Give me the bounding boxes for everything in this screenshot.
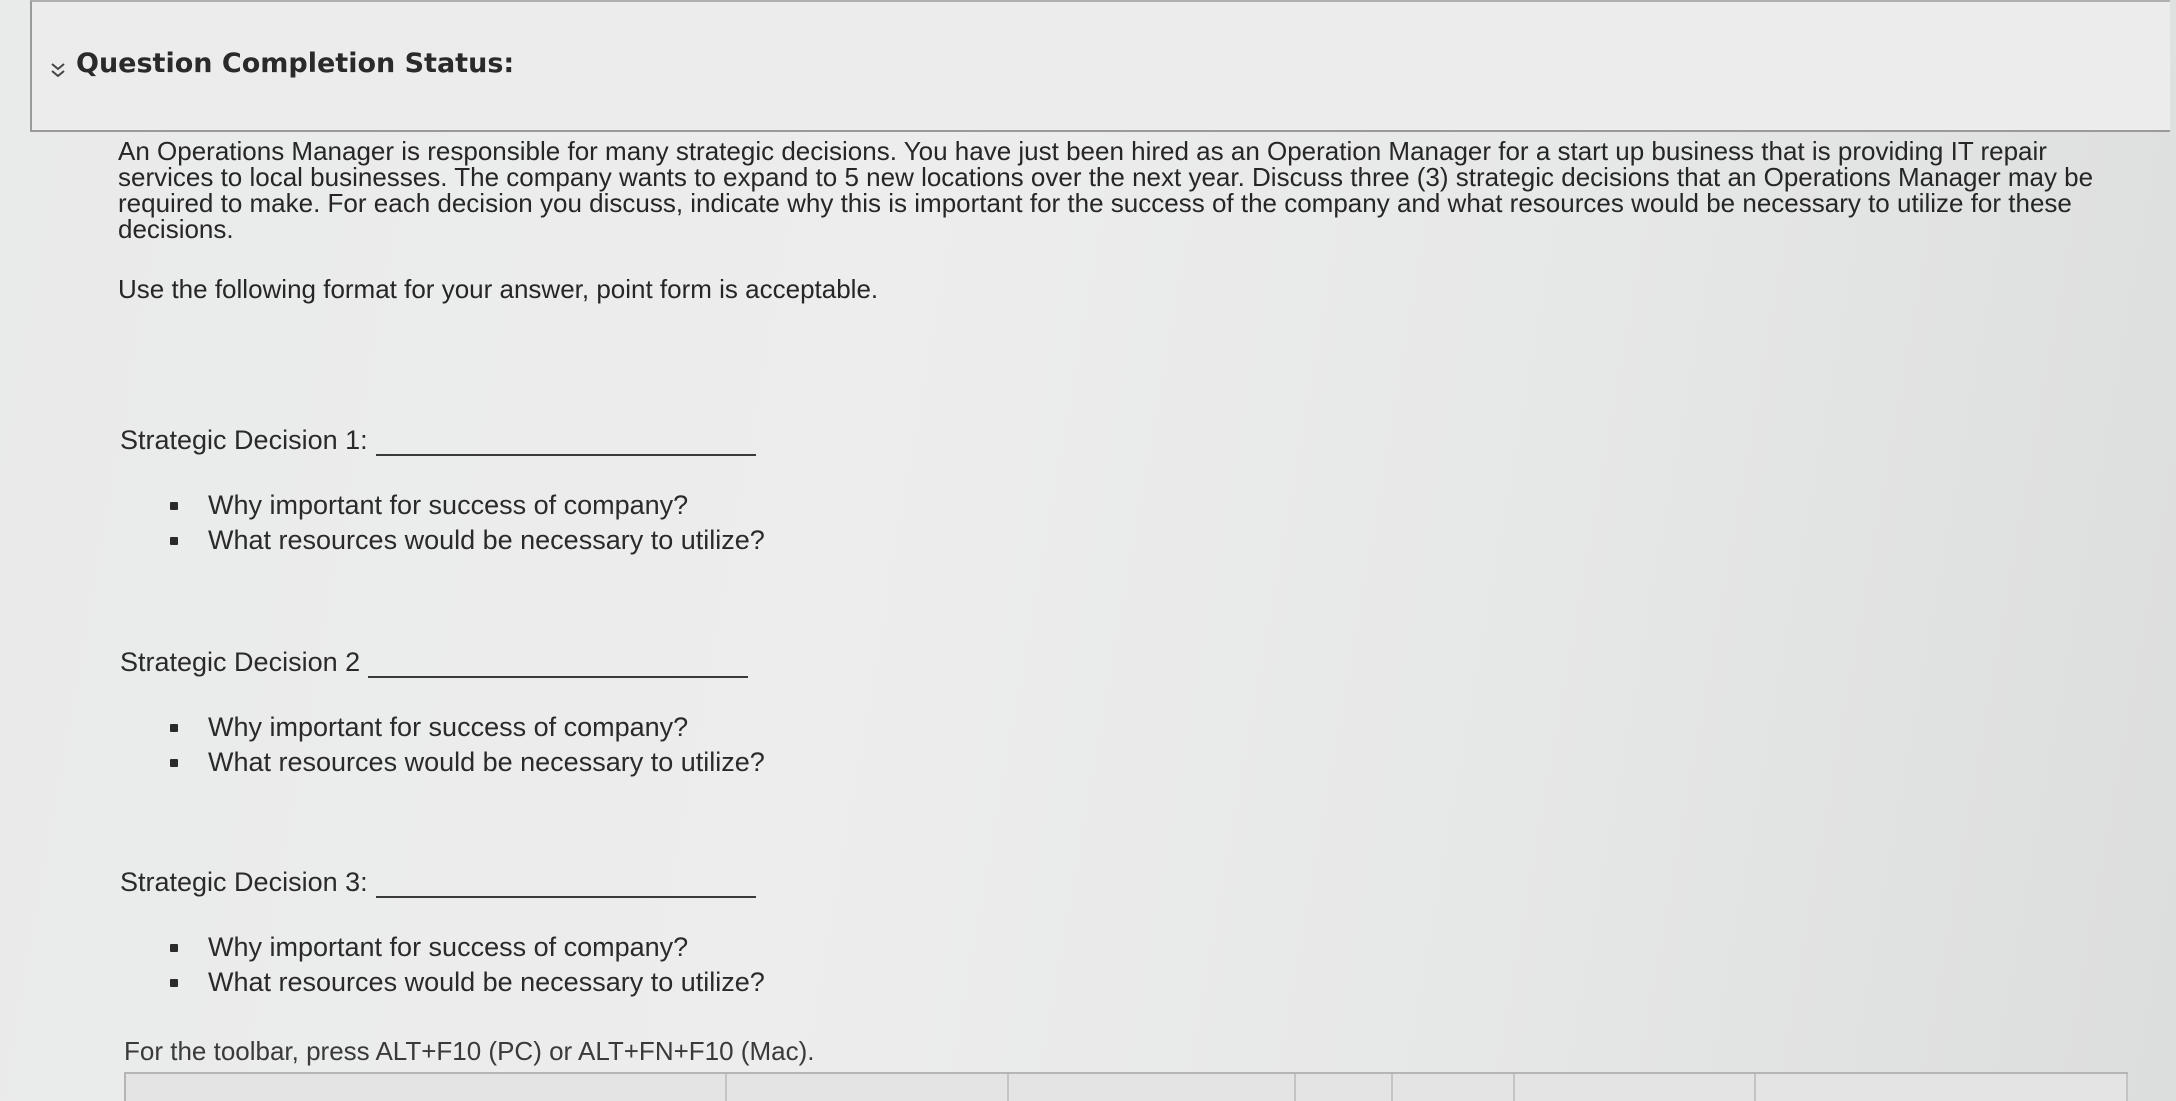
question-status-toggle[interactable]: Question Completion Status: — [50, 48, 514, 79]
decision-title: Strategic Decision 1: — [120, 425, 368, 455]
question-instruction: Use the following format for your answer… — [118, 274, 879, 304]
strategic-decision-1: Strategic Decision 1: Why important for … — [120, 425, 765, 558]
editor-toolbar[interactable] — [124, 1072, 2128, 1101]
question-status-header: Question Completion Status: — [76, 48, 515, 79]
toolbar-group[interactable] — [1756, 1074, 2128, 1101]
answer-blank-line — [375, 432, 756, 456]
strategic-decision-3: Strategic Decision 3: Why important for … — [120, 867, 765, 1000]
toolbar-group[interactable] — [1515, 1074, 1757, 1101]
question-paragraph: An Operations Manager is responsible for… — [118, 136, 2094, 244]
strategic-decision-2: Strategic Decision 2 Why important for s… — [120, 647, 765, 780]
bullet-icon — [170, 943, 178, 952]
chevron-down-icon — [50, 55, 66, 77]
answer-blank-line — [368, 654, 749, 678]
bullet-icon — [170, 501, 178, 510]
answer-blank-line — [375, 874, 756, 898]
list-item: What resources would be necessary to uti… — [170, 523, 765, 558]
decision-title: Strategic Decision 3: — [120, 867, 368, 897]
bullet-icon — [170, 758, 178, 767]
toolbar-group[interactable] — [126, 1074, 728, 1101]
bullet-text: What resources would be necessary to uti… — [208, 967, 765, 997]
bullet-icon — [170, 536, 178, 545]
list-item: Why important for success of company? — [170, 930, 765, 965]
list-item: Why important for success of company? — [170, 710, 765, 745]
bullet-text: What resources would be necessary to uti… — [208, 525, 765, 555]
bullet-text: Why important for success of company? — [208, 712, 689, 742]
list-item: What resources would be necessary to uti… — [170, 745, 765, 780]
bullet-text: What resources would be necessary to uti… — [208, 747, 765, 777]
bullet-text: Why important for success of company? — [208, 490, 689, 520]
bullet-icon — [170, 723, 178, 732]
question-text: An Operations Manager is responsible for… — [118, 138, 2108, 302]
list-item: What resources would be necessary to uti… — [170, 965, 765, 1000]
toolbar-group[interactable] — [727, 1074, 1010, 1101]
toolbar-hint: For the toolbar, press ALT+F10 (PC) or A… — [124, 1036, 815, 1066]
bullet-text: Why important for success of company? — [208, 932, 689, 962]
toolbar-group[interactable] — [1393, 1074, 1515, 1101]
toolbar-group[interactable] — [1009, 1074, 1296, 1101]
decision-title: Strategic Decision 2 — [120, 647, 361, 677]
list-item: Why important for success of company? — [170, 488, 765, 523]
bullet-icon — [170, 978, 178, 987]
toolbar-group[interactable] — [1296, 1074, 1393, 1101]
